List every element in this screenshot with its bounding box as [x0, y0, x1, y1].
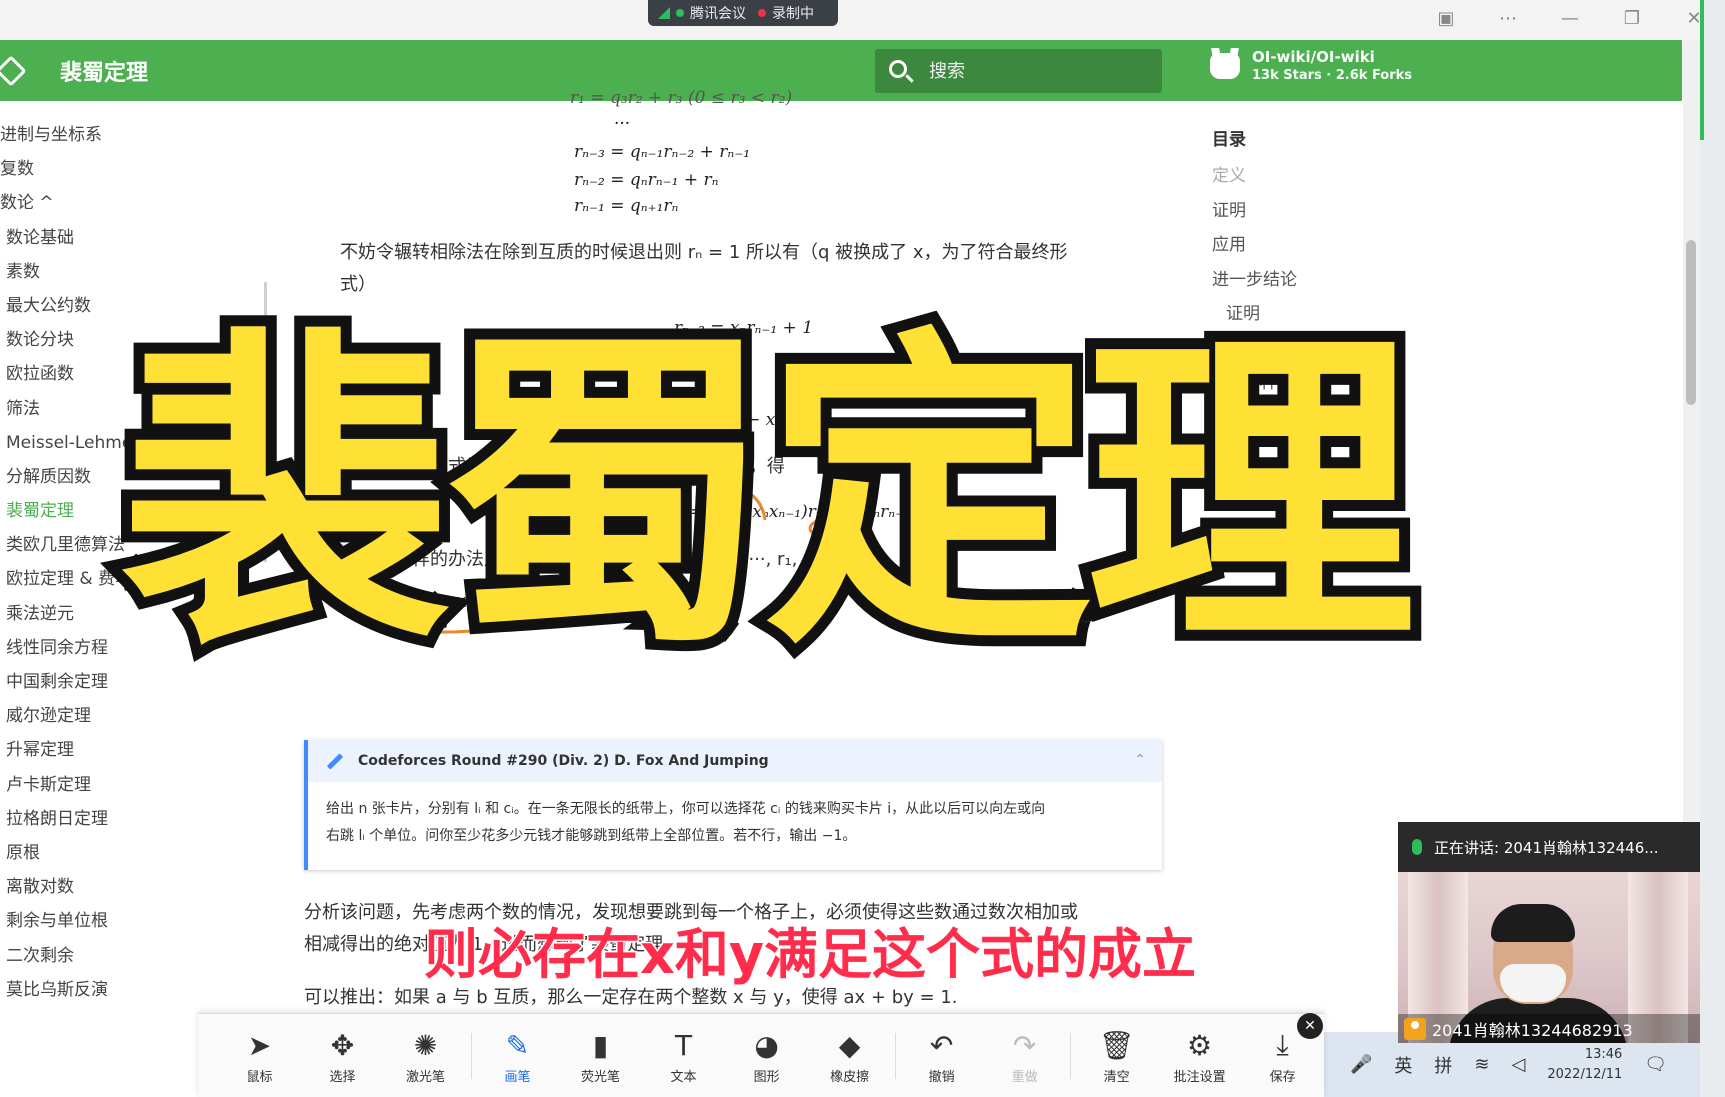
- participant-name: 2041肖翰林13244682913: [1432, 1020, 1633, 1040]
- annotation-settings-icon: ⚙: [1187, 1029, 1213, 1062]
- participant-bar: 2041肖翰林13244682913: [1398, 1014, 1700, 1043]
- overlay-subtitle: 则必存在x和y满足这个式的成立: [422, 922, 1197, 988]
- toolbar-divider: [1070, 1032, 1072, 1079]
- problem-body-line-2: 右跳 lᵢ 个单位。问你至少花多少元钱才能够跳到纸带上全部位置。若不行，输出 −…: [326, 828, 857, 844]
- redo-icon: ↷: [1012, 1029, 1037, 1062]
- speaking-label: 正在讲话: 2041肖翰林132446...: [1434, 838, 1659, 857]
- tool-annotation-settings-button[interactable]: ⚙ 批注设置: [1158, 1026, 1241, 1085]
- tool-highlighter-button[interactable]: ▮ 荧光笔: [559, 1026, 642, 1085]
- tool-move-button[interactable]: ✥ 选择: [301, 1026, 384, 1085]
- laser-pointer-icon: ✺: [413, 1029, 438, 1062]
- clock-time: 13:46: [1584, 1046, 1623, 1062]
- tool-label: 撤销: [928, 1070, 955, 1085]
- tool-eraser-button[interactable]: ◆ 橡皮擦: [808, 1026, 891, 1085]
- cursor-icon: ➤: [247, 1029, 272, 1062]
- speaker-bar: 正在讲话: 2041肖翰林132446...: [1398, 822, 1700, 872]
- tool-label: 图形: [753, 1070, 780, 1085]
- volume-icon[interactable]: ◁: [1512, 1054, 1526, 1075]
- tool-label: 批注设置: [1173, 1070, 1226, 1085]
- chevron-up-icon[interactable]: ⌃: [1134, 752, 1146, 768]
- tool-label: 橡皮擦: [830, 1070, 870, 1085]
- toolbar-close-icon[interactable]: ✕: [1297, 1013, 1323, 1039]
- tool-pen-button[interactable]: ✎ 画笔: [476, 1026, 559, 1085]
- ime-language[interactable]: 英: [1394, 1052, 1412, 1078]
- tool-label: 鼠标: [246, 1070, 273, 1085]
- problem-card[interactable]: Codeforces Round #290 (Div. 2) D. Fox An…: [304, 740, 1162, 870]
- clock-date: 2022/12/11: [1547, 1066, 1623, 1082]
- text-icon: T: [675, 1029, 693, 1062]
- mic-tray-icon[interactable]: 🎤: [1350, 1054, 1372, 1075]
- tool-redo-button[interactable]: ↷ 重做: [983, 1026, 1066, 1085]
- mic-icon: [1412, 839, 1422, 855]
- pencil-icon: [326, 752, 344, 770]
- tool-text-button[interactable]: T 文本: [642, 1026, 725, 1085]
- toc-item[interactable]: 定义: [1212, 159, 1311, 194]
- tool-label: 重做: [1011, 1070, 1038, 1085]
- tool-undo-button[interactable]: ↶ 撤销: [900, 1026, 983, 1085]
- clock[interactable]: 13:46 2022/12/11: [1547, 1045, 1622, 1085]
- move-icon: ✥: [330, 1029, 355, 1062]
- problem-body-line-1: 给出 n 张卡片，分别有 lᵢ 和 cᵢ。在一条无限长的纸带上，你可以选择花 c…: [326, 801, 1046, 817]
- tool-trash-button[interactable]: 🗑 清空: [1075, 1026, 1158, 1085]
- trash-icon: 🗑: [1098, 1029, 1135, 1062]
- problem-card-header[interactable]: Codeforces Round #290 (Div. 2) D. Fox An…: [308, 740, 1162, 782]
- person-hair: [1491, 904, 1575, 942]
- tool-label: 清空: [1103, 1070, 1130, 1085]
- tool-shape-button[interactable]: ◕ 图形: [725, 1026, 808, 1085]
- tool-label: 选择: [329, 1070, 356, 1085]
- toc-title: 目录: [1212, 130, 1246, 150]
- overlay-big-title: 裴蜀定理: [109, 303, 1427, 687]
- highlighter-icon: ▮: [592, 1029, 609, 1062]
- undo-icon: ↶: [929, 1029, 954, 1062]
- eraser-icon: ◆: [838, 1029, 861, 1062]
- wifi-icon[interactable]: ≋: [1474, 1054, 1489, 1075]
- pen-icon: ✎: [505, 1029, 530, 1062]
- tool-label: 荧光笔: [581, 1070, 621, 1085]
- toc-item[interactable]: 应用: [1212, 228, 1311, 263]
- toc-item[interactable]: 证明: [1212, 194, 1311, 229]
- video-tile[interactable]: 正在讲话: 2041肖翰林132446... 2041肖翰林1324468291…: [1398, 822, 1700, 1043]
- person-mask: [1500, 964, 1566, 1002]
- annotation-toolbar: ➤ 鼠标 ✥ 选择 ✺ 激光笔 ✎ 画笔 ▮ 荧光笔 T 文本 ◕ 图形 ◆ 橡皮擦 ↶ 撤销 ↷ 重做 🗑 清空 ⚙ 批注设…: [198, 1013, 1324, 1097]
- ime-mode[interactable]: 拼: [1434, 1052, 1452, 1078]
- toolbar-divider: [471, 1032, 473, 1079]
- tool-label: 激光笔: [406, 1070, 446, 1085]
- toolbar-divider: [895, 1032, 897, 1079]
- user-icon: [1404, 1017, 1426, 1040]
- toc-item[interactable]: 进一步结论: [1212, 263, 1311, 298]
- tool-label: 保存: [1269, 1070, 1296, 1085]
- tool-cursor-button[interactable]: ➤ 鼠标: [218, 1026, 301, 1085]
- tool-label: 文本: [670, 1070, 697, 1085]
- tool-label: 画笔: [504, 1070, 531, 1085]
- problem-title[interactable]: Codeforces Round #290 (Div. 2) D. Fox An…: [358, 753, 769, 769]
- tool-laser-pointer-button[interactable]: ✺ 激光笔: [384, 1026, 467, 1085]
- notification-icon[interactable]: 🗨: [1644, 1054, 1667, 1075]
- shape-icon: ◕: [754, 1029, 779, 1062]
